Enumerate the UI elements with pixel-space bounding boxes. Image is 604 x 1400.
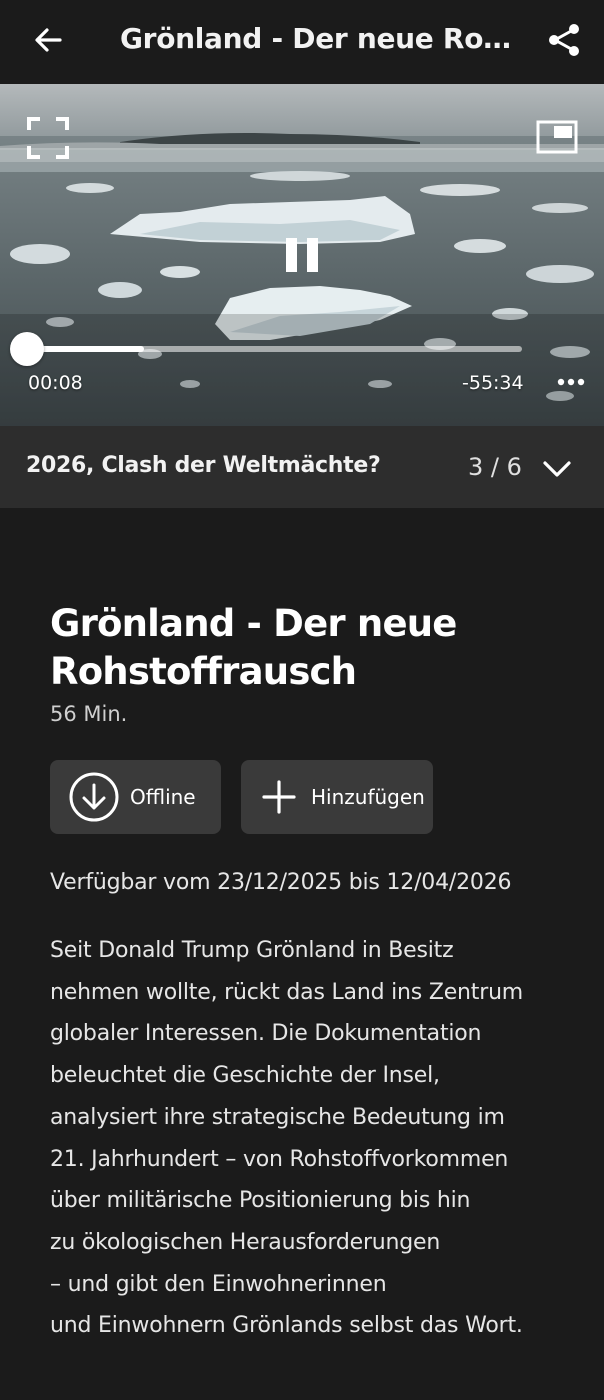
more-dots-icon — [557, 378, 585, 386]
share-icon — [549, 24, 579, 56]
offline-label: Offline — [130, 785, 196, 809]
pause-icon — [286, 238, 318, 272]
picture-in-picture-button[interactable] — [536, 120, 578, 154]
chevron-down-icon — [543, 461, 571, 477]
action-buttons: Offline Hinzufügen — [50, 760, 570, 834]
more-options-button[interactable] — [556, 372, 586, 392]
add-to-list-button[interactable]: Hinzufügen — [241, 760, 433, 834]
seek-progress — [28, 346, 145, 352]
pause-button[interactable] — [284, 236, 320, 274]
elapsed-time: 00:08 — [28, 372, 83, 394]
share-button[interactable] — [542, 18, 586, 62]
picture-in-picture-icon — [536, 120, 578, 154]
episode-description: Seit Donald Trump Grönland in Besitz neh… — [50, 938, 524, 1339]
fullscreen-icon — [27, 117, 69, 159]
episode-duration: 56 Min. — [50, 702, 128, 726]
page-title: Grönland - Der neue Rohst... — [120, 22, 512, 55]
arrow-left-icon — [35, 28, 62, 52]
playlist-title: 2026, Clash der Weltmächte? — [26, 453, 381, 478]
playlist-position: 3 / 6 — [468, 453, 522, 481]
remaining-time: -55:34 — [462, 372, 524, 394]
download-circle-icon — [69, 772, 119, 822]
add-label: Hinzufügen — [311, 785, 425, 809]
playlist-bar[interactable]: 2026, Clash der Weltmächte? 3 / 6 — [0, 426, 604, 508]
availability-dates: Verfügbar vom 23/12/2025 bis 12/04/2026 — [50, 870, 512, 895]
seek-bar[interactable] — [28, 346, 522, 352]
episode-title: Grönland - Der neue Rohstoffrausch — [50, 602, 457, 693]
video-player[interactable]: 00:08 -55:34 — [0, 84, 604, 426]
seek-handle[interactable] — [10, 332, 44, 366]
offline-download-button[interactable]: Offline — [50, 760, 221, 834]
plus-icon — [262, 780, 296, 814]
fullscreen-button[interactable] — [26, 116, 70, 160]
back-button[interactable] — [28, 20, 68, 60]
app-bar: Grönland - Der neue Rohst... — [0, 0, 604, 84]
episode-details: Grönland - Der neue Rohstoffrausch 56 Mi… — [50, 600, 570, 1347]
expand-playlist-button[interactable] — [540, 452, 574, 486]
